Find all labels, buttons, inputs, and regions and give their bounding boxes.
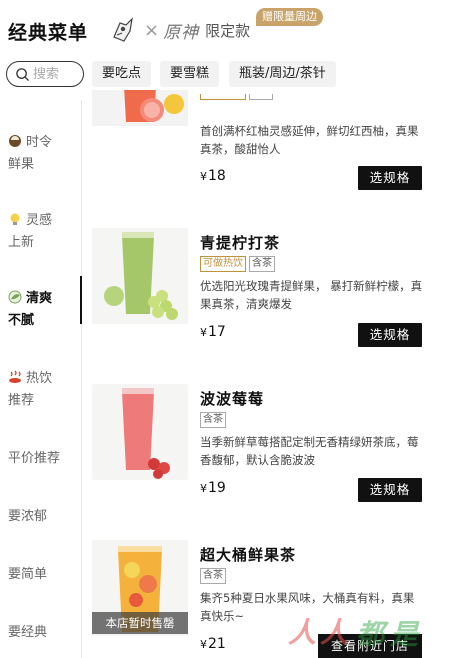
header: 经典菜单 × 原神 限定款 赠限量周边 bbox=[0, 0, 449, 58]
sidebar-item-simple[interactable]: 要简单 bbox=[8, 564, 78, 586]
sidebar-item-seasonal-fruit[interactable]: 时令 鲜果 bbox=[8, 132, 78, 176]
search-input[interactable] bbox=[33, 66, 77, 82]
sidebar-item-label: 热饮 bbox=[26, 371, 53, 386]
product-tags: 含茶 bbox=[200, 568, 226, 584]
sidebar-item-rich[interactable]: 要浓郁 bbox=[8, 506, 78, 528]
hot-spring-icon bbox=[9, 370, 21, 383]
price-value: 19 bbox=[208, 480, 226, 496]
currency-symbol: ¥ bbox=[200, 482, 207, 495]
lightbulb-icon bbox=[10, 213, 20, 225]
tag-hot-available: 可做热饮 bbox=[200, 256, 246, 272]
product-tags: 含茶 bbox=[200, 412, 226, 428]
chip-snacks[interactable]: 要吃点 bbox=[92, 61, 152, 87]
coconut-icon bbox=[9, 135, 21, 147]
gift-badge: 赠限量周边 bbox=[256, 8, 323, 26]
sold-out-banner: 本店暂时售罄 bbox=[92, 612, 188, 634]
product-name: 波波莓莓 bbox=[200, 390, 265, 408]
sidebar-item-label: 鲜果 bbox=[8, 157, 35, 172]
svg-text:是: 是 bbox=[389, 618, 420, 651]
leaf-icon bbox=[8, 290, 22, 304]
product-description: 优选阳光玫瑰青提鲜果， 暴打新鲜柠檬，真果真茶，清爽爆发 bbox=[200, 279, 423, 311]
svg-text:都: 都 bbox=[356, 618, 389, 651]
tag-contains-tea: 含茶 bbox=[200, 568, 226, 584]
mascot-icon bbox=[113, 17, 133, 42]
collab-banner[interactable]: × 原神 限定款 bbox=[108, 12, 250, 48]
product-name: 青提柠打茶 bbox=[200, 234, 281, 252]
tag-contains-tea: 含茶 bbox=[200, 412, 226, 428]
collab-brand-logo: 原神 bbox=[163, 22, 200, 43]
tag-contains-tea: 含茶 bbox=[249, 256, 275, 272]
chip-bottled-merch[interactable]: 瓶装/周边/茶针 bbox=[229, 61, 336, 87]
sidebar-item-inspiration[interactable]: 灵感 上新 bbox=[8, 210, 78, 254]
product-description: 首创满杯红柚灵感延伸，鲜切红西柚，真果真茶，酸甜怡人 bbox=[200, 124, 419, 156]
currency-symbol: ¥ bbox=[200, 638, 207, 651]
svg-text:人: 人 bbox=[320, 616, 350, 649]
sidebar-item-hot-drinks[interactable]: 热饮 推荐 bbox=[8, 368, 78, 412]
product-tags bbox=[200, 94, 273, 100]
product-tags: 可做热饮 含茶 bbox=[200, 256, 275, 272]
product-list[interactable]: 首创满杯红柚灵感延伸，鲜切红西柚，真果真茶，酸甜怡人 ¥18 选规格 青提柠打茶… bbox=[82, 90, 449, 658]
search-icon bbox=[16, 67, 30, 81]
collab-limit-label: 限定款 bbox=[205, 21, 251, 40]
product-image bbox=[92, 384, 188, 480]
sidebar-item-label: 推荐 bbox=[8, 393, 35, 408]
select-spec-button[interactable]: 选规格 bbox=[358, 478, 422, 502]
category-sidebar: 时令 鲜果 灵感 上新 清爽 不腻 热饮 推荐 平价推荐 要浓郁 要简单 要经典 bbox=[0, 100, 82, 658]
chip-ice-cream[interactable]: 要雪糕 bbox=[160, 61, 220, 87]
svg-text:人: 人 bbox=[288, 616, 318, 649]
watermark-logo: 人 人 都 是 bbox=[286, 610, 426, 652]
product-price: ¥21 bbox=[200, 636, 226, 652]
price-value: 18 bbox=[208, 168, 226, 184]
price-value: 17 bbox=[208, 324, 226, 340]
sidebar-item-label: 清爽 bbox=[26, 291, 53, 306]
page-title: 经典菜单 bbox=[8, 22, 89, 44]
product-image bbox=[92, 90, 188, 126]
currency-symbol: ¥ bbox=[200, 326, 207, 339]
price-value: 21 bbox=[208, 636, 226, 652]
tag bbox=[249, 94, 273, 100]
currency-symbol: ¥ bbox=[200, 170, 207, 183]
sidebar-item-classic[interactable]: 要经典 bbox=[8, 622, 78, 644]
sidebar-item-label: 上新 bbox=[8, 235, 35, 250]
select-spec-button[interactable]: 选规格 bbox=[358, 323, 422, 347]
product-price: ¥19 bbox=[200, 480, 226, 496]
tag bbox=[200, 94, 246, 100]
product-image bbox=[92, 228, 188, 324]
sidebar-item-refreshing[interactable]: 清爽 不腻 bbox=[8, 288, 78, 332]
sidebar-item-label: 时令 bbox=[26, 135, 53, 150]
product-description: 当季新鲜草莓搭配定制无香精绿妍茶底，莓香馥郁，默认含脆波波 bbox=[200, 435, 419, 467]
product-name: 超大桶鲜果茶 bbox=[200, 546, 297, 564]
sidebar-item-label: 灵感 bbox=[26, 213, 53, 228]
search-box[interactable] bbox=[6, 61, 84, 87]
sidebar-item-affordable[interactable]: 平价推荐 bbox=[8, 448, 78, 470]
sidebar-item-label: 不腻 bbox=[8, 313, 35, 328]
collab-x-mark: × bbox=[144, 19, 160, 41]
product-price: ¥17 bbox=[200, 324, 226, 340]
toolbar: 要吃点 要雪糕 瓶装/周边/茶针 bbox=[0, 58, 449, 90]
product-price: ¥18 bbox=[200, 168, 226, 184]
select-spec-button[interactable]: 选规格 bbox=[358, 166, 422, 190]
